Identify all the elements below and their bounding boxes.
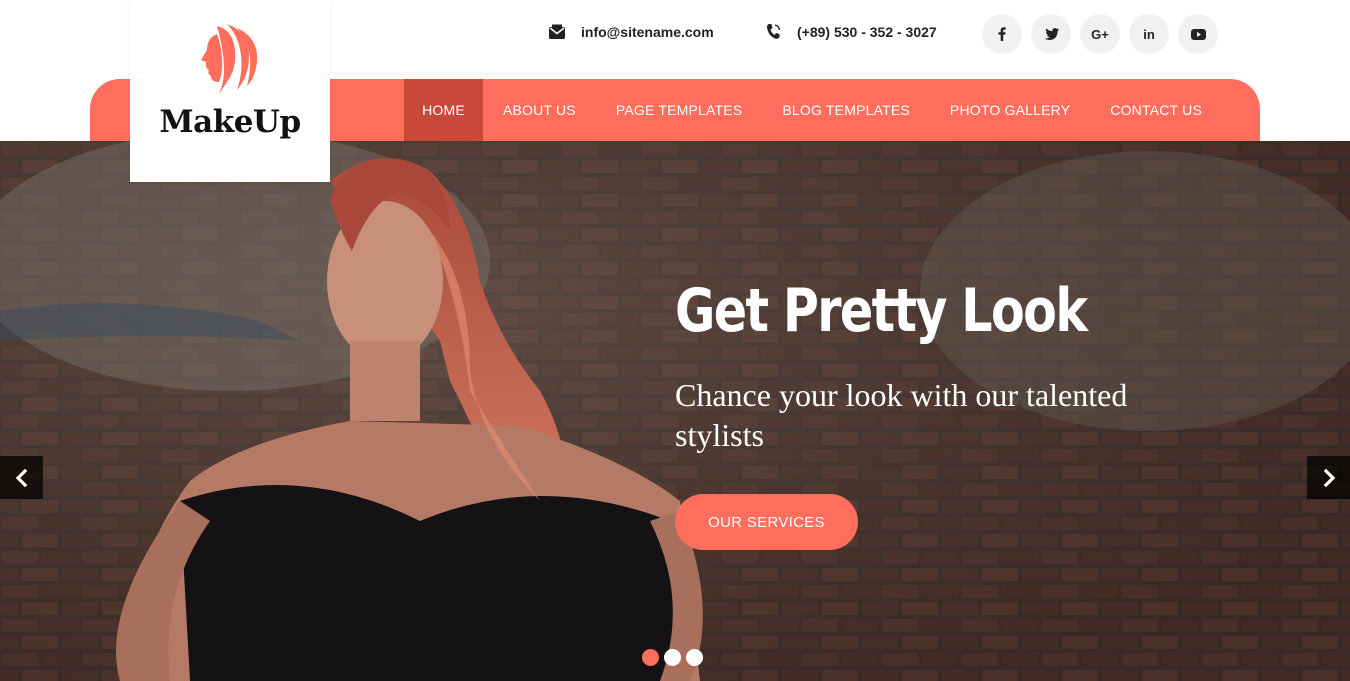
slider-pagination: [642, 649, 703, 666]
nav-item-page-templates[interactable]: PAGE TEMPLATES: [596, 79, 763, 141]
hero-subtitle: Chance your look with our talented styli…: [675, 377, 1128, 453]
social-links: G+ in: [982, 14, 1218, 54]
linkedin-icon[interactable]: in: [1129, 14, 1169, 54]
nav-item-home[interactable]: HOME: [404, 79, 483, 141]
nav-item-about-us[interactable]: ABOUT US: [483, 79, 596, 141]
facebook-icon[interactable]: [982, 14, 1022, 54]
hero-slider: Get Pretty Look Chance your look with ou…: [0, 141, 1350, 681]
phone-icon: [763, 22, 783, 42]
hero-title: Get Pretty Look: [675, 276, 1088, 346]
chevron-right-icon: [1323, 468, 1335, 487]
chevron-left-icon: [15, 468, 27, 487]
slider-dot-3[interactable]: [686, 649, 703, 666]
site-logo[interactable]: MakeUp: [130, 0, 330, 182]
contact-email[interactable]: info@sitename.com: [547, 22, 714, 42]
twitter-icon[interactable]: [1031, 14, 1071, 54]
youtube-icon[interactable]: [1178, 14, 1218, 54]
our-services-button[interactable]: OUR SERVICES: [675, 494, 858, 550]
contact-email-text: info@sitename.com: [581, 24, 714, 40]
main-nav: HOME ABOUT US PAGE TEMPLATES BLOG TEMPLA…: [404, 79, 1222, 141]
slider-prev-button[interactable]: [0, 456, 43, 499]
nav-item-blog-templates[interactable]: BLOG TEMPLATES: [762, 79, 930, 141]
slider-next-button[interactable]: [1307, 456, 1350, 499]
contact-phone[interactable]: (+89) 530 - 352 - 3027: [763, 22, 937, 42]
contact-phone-text: (+89) 530 - 352 - 3027: [797, 24, 937, 40]
google-plus-icon[interactable]: G+: [1080, 14, 1120, 54]
slider-dot-1[interactable]: [642, 649, 659, 666]
slider-dot-2[interactable]: [664, 649, 681, 666]
nav-item-photo-gallery[interactable]: PHOTO GALLERY: [930, 79, 1090, 141]
envelope-icon: [547, 22, 567, 42]
brand-name: MakeUp: [159, 104, 301, 140]
nav-item-contact-us[interactable]: CONTACT US: [1090, 79, 1222, 141]
woman-profile-logo-icon: [201, 24, 258, 94]
